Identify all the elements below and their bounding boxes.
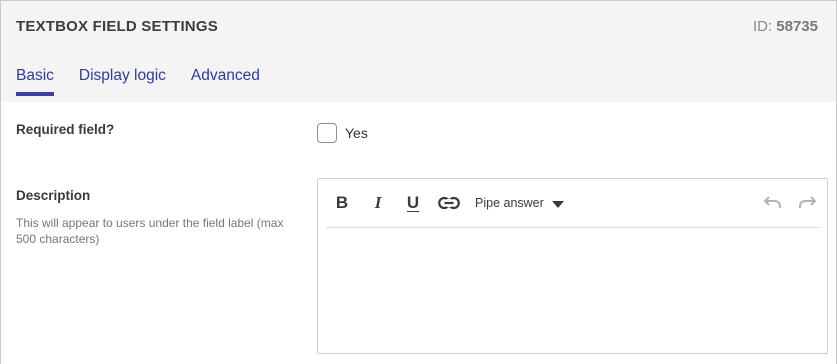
italic-icon[interactable]: I (370, 192, 386, 214)
pipe-answer-label[interactable]: Pipe answer (475, 196, 544, 210)
undo-icon[interactable] (761, 192, 783, 214)
field-id: ID: 58735 (753, 18, 818, 35)
description-label: Description (16, 188, 91, 203)
required-checkbox-control[interactable]: Yes (317, 123, 368, 143)
description-editor: B I U Pipe answer (317, 178, 828, 354)
settings-header: TEXTBOX FIELD SETTINGS ID: 58735 Basic D… (1, 1, 836, 102)
editor-toolbar: B I U Pipe answer (326, 179, 819, 228)
field-id-label: ID: (752, 18, 773, 35)
bold-icon[interactable]: B (334, 192, 350, 214)
field-settings-panel: TEXTBOX FIELD SETTINGS ID: 58735 Basic D… (0, 0, 837, 364)
description-row: Description This will appear to users un… (16, 188, 286, 247)
field-id-value: 58735 (776, 18, 818, 35)
required-checkbox-label[interactable]: Yes (345, 125, 368, 141)
link-icon[interactable] (438, 192, 460, 214)
caret-down-icon[interactable] (551, 200, 564, 208)
tab-advanced[interactable]: Advanced (191, 67, 260, 95)
required-field-label: Required field? (16, 122, 115, 137)
required-field-row: Required field? (16, 122, 114, 137)
description-text-area[interactable] (326, 228, 819, 353)
tab-basic[interactable]: Basic (16, 67, 54, 96)
tab-display-logic[interactable]: Display logic (79, 67, 166, 95)
redo-icon[interactable] (797, 192, 819, 214)
underline-icon[interactable]: U (404, 192, 422, 214)
required-checkbox[interactable] (317, 123, 337, 143)
panel-title: TEXTBOX FIELD SETTINGS (16, 18, 218, 35)
pipe-answer-dropdown[interactable]: Pipe answer (475, 192, 564, 214)
description-help-text: This will appear to users under the fiel… (16, 216, 284, 246)
settings-tabs: Basic Display logic Advanced (16, 67, 260, 96)
